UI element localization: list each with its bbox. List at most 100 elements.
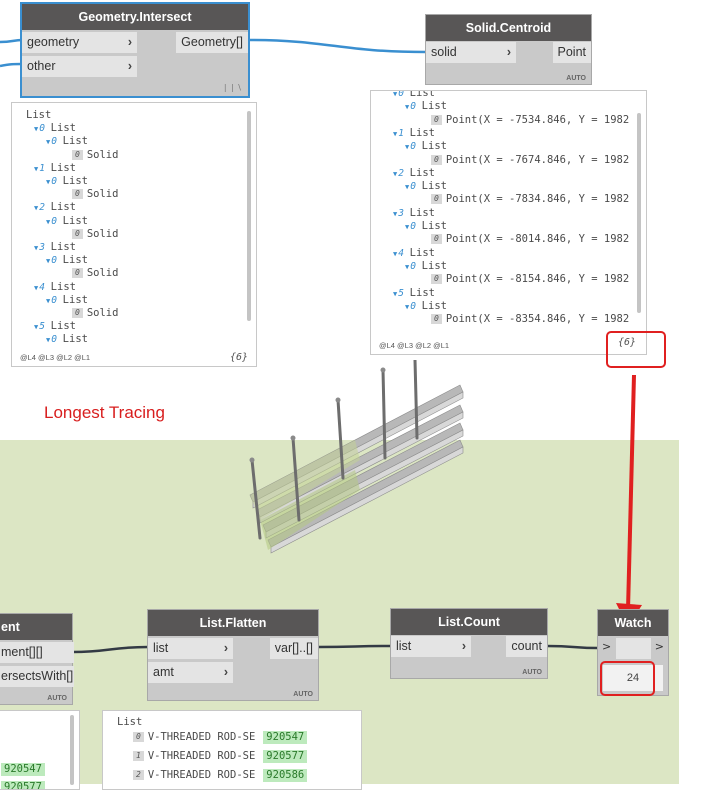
list-item: 0 Solid <box>72 267 118 280</box>
expand-triangle-icon[interactable]: ▼ <box>34 125 38 133</box>
expand-triangle-icon[interactable]: ▼ <box>46 257 50 265</box>
output-port-elements[interactable]: ment[][] <box>0 642 74 663</box>
node-title[interactable]: Watch <box>598 610 668 636</box>
element-id: 920547 <box>263 731 308 744</box>
list-node[interactable]: ▼0 List <box>405 100 447 113</box>
list-node[interactable]: ▼0 List <box>393 91 435 100</box>
port-label: Point <box>557 45 587 59</box>
list-label: List <box>421 140 447 153</box>
list-item: 920577 <box>1 781 45 789</box>
input-port-other[interactable]: other › <box>22 56 137 77</box>
expand-triangle-icon[interactable]: ▼ <box>46 138 50 146</box>
expand-triangle-icon[interactable]: ▼ <box>393 250 397 258</box>
expand-triangle-icon[interactable]: ▼ <box>405 103 409 111</box>
annotation-arrow-shaft <box>626 375 636 611</box>
list-node[interactable]: ▼0 List <box>46 294 88 307</box>
scrollbar[interactable] <box>637 113 641 313</box>
list-node[interactable]: ▼4 List <box>34 281 76 294</box>
expand-triangle-icon[interactable]: ▼ <box>405 263 409 271</box>
output-port-var[interactable]: var[]..[] <box>269 638 318 659</box>
node-title[interactable]: ent <box>0 614 72 640</box>
list-node[interactable]: ▼0 List <box>46 333 88 346</box>
chevron-right-icon: › <box>506 45 511 59</box>
output-port-watch[interactable]: > <box>655 640 664 653</box>
expand-triangle-icon[interactable]: ▼ <box>393 130 397 138</box>
solid-centroid-node[interactable]: Solid.Centroid solid › Point AUTO <box>425 14 592 85</box>
list-node[interactable]: ▼3 List <box>34 241 76 254</box>
list-node[interactable]: ▼0 List <box>34 122 76 135</box>
expand-triangle-icon[interactable]: ▼ <box>405 223 409 231</box>
expand-triangle-icon[interactable]: ▼ <box>393 170 397 178</box>
node-title[interactable]: Geometry.Intersect <box>22 4 248 30</box>
item-value: Solid <box>86 188 119 201</box>
flatten-preview-bubble[interactable]: List 0 V-THREADED ROD-SE 920547 1 V-THREADED… <box>102 710 362 790</box>
input-port-list[interactable]: list › <box>148 638 233 659</box>
node-title[interactable]: List.Flatten <box>148 610 318 636</box>
input-port-amt[interactable]: amt › <box>148 662 233 683</box>
output-port-count[interactable]: count <box>506 636 547 657</box>
expand-triangle-icon[interactable]: ▼ <box>46 178 50 186</box>
scrollbar[interactable] <box>70 715 74 785</box>
expand-triangle-icon[interactable]: ▼ <box>34 323 38 331</box>
list-node[interactable]: ▼5 List <box>393 287 435 300</box>
list-node[interactable]: ▼0 List <box>405 300 447 313</box>
expand-triangle-icon[interactable]: ▼ <box>46 297 50 305</box>
list-node[interactable]: ▼0 List <box>405 220 447 233</box>
expand-triangle-icon[interactable]: ▼ <box>405 303 409 311</box>
node-title[interactable]: List.Count <box>391 609 547 635</box>
list-index: 0 <box>51 255 63 267</box>
expand-triangle-icon[interactable]: ▼ <box>34 284 38 292</box>
list-node[interactable]: ▼4 List <box>393 247 435 260</box>
list-levels[interactable]: @L4 @L3 @L2 @L1 <box>20 353 90 362</box>
expand-triangle-icon[interactable]: ▼ <box>393 91 397 98</box>
list-node[interactable]: ▼1 List <box>393 127 435 140</box>
list-index: 0 <box>410 181 422 193</box>
list-index: 2 <box>398 167 410 179</box>
expand-triangle-icon[interactable]: ▼ <box>46 336 50 344</box>
list-node[interactable]: ▼3 List <box>393 207 435 220</box>
expand-triangle-icon[interactable]: ▼ <box>34 165 38 173</box>
expand-triangle-icon[interactable]: ▼ <box>46 218 50 226</box>
list-node[interactable]: ▼0 List <box>46 215 88 228</box>
list-node[interactable]: ▼1 List <box>34 162 76 175</box>
expand-triangle-icon[interactable]: ▼ <box>405 143 409 151</box>
input-port-solid[interactable]: solid › <box>426 42 516 63</box>
output-port-intersects-with[interactable]: ersectsWith[] <box>0 666 74 687</box>
input-port-geometry[interactable]: geometry › <box>22 32 137 53</box>
list-node[interactable]: ▼0 List <box>405 180 447 193</box>
list-levels[interactable]: @L4 @L3 @L2 @L1 <box>379 341 449 350</box>
wire-element-flatten <box>71 645 149 654</box>
expand-triangle-icon[interactable]: ▼ <box>34 204 38 212</box>
element-node[interactable]: ent ment[][] ersectsWith[] AUTO <box>0 613 74 705</box>
list-count-node[interactable]: List.Count list › count AUTO <box>390 608 548 679</box>
lacing-indicator[interactable]: | | \ <box>224 83 242 92</box>
list-node[interactable]: ▼0 List <box>46 175 88 188</box>
list-node[interactable]: ▼0 List <box>46 135 88 148</box>
node-title[interactable]: Solid.Centroid <box>426 15 591 41</box>
geometry-intersect-node[interactable]: Geometry.Intersect geometry › other › Geom… <box>20 2 250 98</box>
output-port-point[interactable]: Point <box>552 42 591 63</box>
run-mode-label: AUTO <box>522 669 542 676</box>
list-item: 0 Point(X = -7674.846, Y = 1982 <box>431 154 629 167</box>
list-node[interactable]: ▼5 List <box>34 320 76 333</box>
item-index: 0 <box>431 274 442 285</box>
list-node[interactable]: ▼2 List <box>34 201 76 214</box>
input-port-watch[interactable]: > <box>602 640 611 653</box>
list-node[interactable]: ▼0 List <box>46 254 88 267</box>
input-port-list[interactable]: list › <box>391 636 471 657</box>
intersect-preview-bubble[interactable]: List ▼0 List ▼0 List 0 Solid ▼1 List ▼0 List 0 S… <box>11 102 257 367</box>
port-label: amt <box>153 665 174 679</box>
expand-triangle-icon[interactable]: ▼ <box>393 290 397 298</box>
list-node[interactable]: ▼0 List <box>405 260 447 273</box>
expand-triangle-icon[interactable]: ▼ <box>34 244 38 252</box>
scrollbar[interactable] <box>247 111 251 321</box>
expand-triangle-icon[interactable]: ▼ <box>405 183 409 191</box>
list-node[interactable]: ▼2 List <box>393 167 435 180</box>
item-count: {6} <box>229 352 248 363</box>
element-preview-bubble[interactable]: 920547 920577 <box>0 710 80 790</box>
list-flatten-node[interactable]: List.Flatten list › amt › var[]..[] AUTO <box>147 609 319 701</box>
centroid-preview-bubble[interactable]: ▼0 List ▼0 List 0 Point(X = -7534.846, Y = … <box>370 90 647 355</box>
list-node[interactable]: ▼0 List <box>405 140 447 153</box>
expand-triangle-icon[interactable]: ▼ <box>393 210 397 218</box>
output-port-geometry-list[interactable]: Geometry[] <box>176 32 248 53</box>
